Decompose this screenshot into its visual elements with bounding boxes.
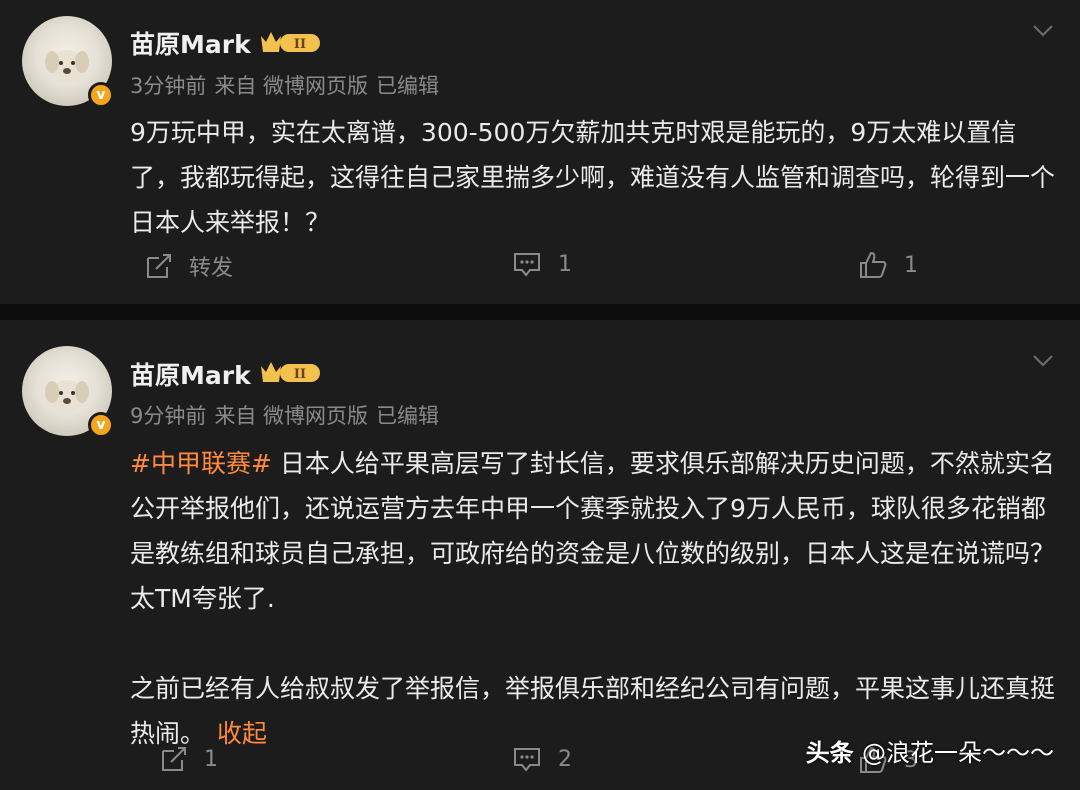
verified-badge-icon: v <box>88 82 114 108</box>
post-time[interactable]: 3分钟前 <box>130 74 206 98</box>
post-card: v 苗原Mark II 3分钟前 来自 微博网页版 已编辑 9万玩中甲，实在太离谱，… <box>0 0 1080 304</box>
comment-button[interactable]: 1 <box>512 250 572 278</box>
post-time[interactable]: 9分钟前 <box>130 404 206 428</box>
repost-label: 转发 <box>189 256 234 281</box>
collapse-link[interactable]: 收起 <box>217 719 267 748</box>
action-bar: 转发 1 1 <box>0 250 1080 290</box>
crown-level-icon: II <box>261 362 320 382</box>
comment-count: 1 <box>558 251 572 277</box>
post-card: v 苗原Mark II 9分钟前 来自 微博网页版 已编辑 #中甲联赛# 日本人给平… <box>0 320 1080 790</box>
repost-button[interactable]: 转发 <box>145 250 233 282</box>
repost-icon <box>162 747 186 771</box>
like-icon <box>860 251 887 278</box>
post-text: 9万玩中甲，实在太离谱，300-500万欠薪加共克时艰是能玩的，9万太难以置信了… <box>130 118 1056 237</box>
post-source: 来自 微博网页版 <box>214 404 369 428</box>
like-button[interactable]: 1 <box>858 250 918 280</box>
weibo-feed: v 苗原Mark II 3分钟前 来自 微博网页版 已编辑 9万玩中甲，实在太离谱，… <box>0 0 1080 790</box>
avatar[interactable]: v <box>22 346 114 438</box>
post-meta: 3分钟前 来自 微博网页版 已编辑 <box>130 70 447 100</box>
username[interactable]: 苗原Mark <box>130 25 251 61</box>
repost-icon <box>147 254 171 278</box>
level-label: II <box>294 37 306 52</box>
chevron-down-icon[interactable] <box>1032 24 1054 38</box>
avatar[interactable]: v <box>22 16 114 108</box>
comment-icon <box>514 748 540 772</box>
dog-avatar-icon <box>45 380 89 412</box>
edited-label: 已编辑 <box>376 404 440 428</box>
comment-icon <box>514 253 540 277</box>
comment-button[interactable]: 2 <box>512 745 572 773</box>
edited-label: 已编辑 <box>376 74 440 98</box>
crown-level-icon: II <box>261 32 320 52</box>
repost-count: 1 <box>204 746 218 772</box>
like-count: 1 <box>904 252 918 278</box>
post-source: 来自 微博网页版 <box>214 74 369 98</box>
username[interactable]: 苗原Mark <box>130 356 251 392</box>
post-meta: 9分钟前 来自 微博网页版 已编辑 <box>130 400 447 430</box>
watermark: 头条 @浪花一朵～～～ <box>806 733 1054 768</box>
watermark-handle: @浪花一朵～～～ <box>862 739 1054 767</box>
verified-badge-icon: v <box>88 412 114 438</box>
dog-avatar-icon <box>45 50 89 82</box>
hashtag-link[interactable]: #中甲联赛# <box>130 449 272 478</box>
comment-count: 2 <box>558 746 572 772</box>
level-label: II <box>294 367 306 382</box>
repost-button[interactable]: 1 <box>160 745 218 773</box>
post-text: #中甲联赛# 日本人给平果高层写了封长信，要求俱乐部解决历史问题，不然就实名公开… <box>130 441 1060 756</box>
watermark-brand: 头条 <box>805 739 854 767</box>
chevron-down-icon[interactable] <box>1032 354 1054 368</box>
